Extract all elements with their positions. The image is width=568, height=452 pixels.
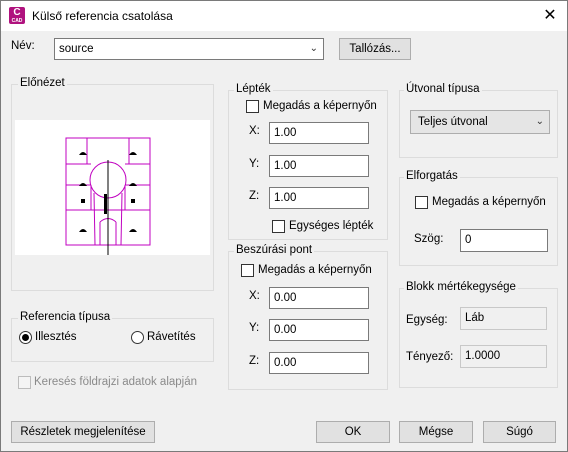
radio-overlay[interactable] xyxy=(131,331,144,344)
angle-input[interactable]: 0 xyxy=(460,229,548,252)
name-value: source xyxy=(59,43,94,55)
path-type-label: Útvonal típusa xyxy=(404,83,482,95)
scale-z-input[interactable]: 1.00 xyxy=(269,187,369,209)
browse-button[interactable]: Tallózás... xyxy=(339,38,411,60)
scale-onscreen-label: Megadás a képernyőn xyxy=(263,100,377,112)
insertion-z-input[interactable]: 0.00 xyxy=(269,352,369,374)
chevron-down-icon: ⌄ xyxy=(309,43,318,54)
rotation-onscreen-checkbox[interactable] xyxy=(415,196,428,209)
radio-attach[interactable] xyxy=(19,331,32,344)
scale-y-label: Y: xyxy=(249,158,260,170)
cancel-button[interactable]: Mégse xyxy=(399,421,473,443)
block-unit-group xyxy=(399,288,558,388)
rotation-onscreen-label: Megadás a képernyőn xyxy=(432,196,546,208)
name-label: Név: xyxy=(11,40,35,52)
path-type-combo[interactable]: Teljes útvonal ⌄ xyxy=(410,110,550,134)
scale-x-label: X: xyxy=(249,125,260,137)
app-icon: C CAD xyxy=(9,7,25,24)
chevron-down-icon: ⌄ xyxy=(535,116,544,127)
radio-attach-label: Illesztés xyxy=(35,331,77,343)
uniform-scale-checkbox[interactable] xyxy=(272,220,285,233)
ref-type-label: Referencia típusa xyxy=(18,311,113,323)
rotation-label: Elforgatás xyxy=(404,170,460,182)
preview-drawing xyxy=(65,137,151,255)
insertion-onscreen-label: Megadás a képernyőn xyxy=(258,264,372,276)
angle-label: Szög: xyxy=(414,233,444,245)
rotation-group xyxy=(399,177,558,266)
ok-button[interactable]: OK xyxy=(316,421,390,443)
factor-value: 1.0000 xyxy=(460,345,547,368)
name-combo[interactable]: source ⌄ xyxy=(54,38,324,60)
scale-x-input[interactable]: 1.00 xyxy=(269,122,369,144)
insertion-onscreen-checkbox[interactable] xyxy=(241,264,254,277)
unit-value: Láb xyxy=(460,307,547,330)
dialog-window: C CAD Külső referencia csatolása ✕ Név: s… xyxy=(0,0,568,452)
path-type-value: Teljes útvonal xyxy=(418,116,488,128)
insertion-y-input[interactable]: 0.00 xyxy=(269,319,369,341)
insertion-label: Beszúrási pont xyxy=(234,244,315,256)
unit-label: Egység: xyxy=(406,314,448,326)
scale-label: Lépték xyxy=(234,83,273,95)
close-icon[interactable]: ✕ xyxy=(539,5,561,27)
insertion-x-label: X: xyxy=(249,290,260,302)
insertion-x-input[interactable]: 0.00 xyxy=(269,287,369,309)
scale-onscreen-checkbox[interactable] xyxy=(246,100,259,113)
preview-canvas xyxy=(15,120,210,255)
block-unit-label: Blokk mértékegysége xyxy=(404,281,518,293)
insertion-z-label: Z: xyxy=(249,355,260,367)
window-title: Külső referencia csatolása xyxy=(32,9,173,23)
geo-search-checkbox[interactable] xyxy=(18,376,31,389)
help-button[interactable]: Súgó xyxy=(483,421,556,443)
uniform-scale-label: Egységes lépték xyxy=(289,220,374,232)
scale-z-label: Z: xyxy=(249,190,260,202)
preview-label: Előnézet xyxy=(18,77,67,89)
show-details-button[interactable]: Részletek megjelenítése xyxy=(11,421,155,443)
radio-dot xyxy=(22,334,29,341)
radio-overlay-label: Rávetítés xyxy=(147,331,196,343)
scale-y-input[interactable]: 1.00 xyxy=(269,155,369,177)
insertion-y-label: Y: xyxy=(249,322,260,334)
geo-search-label: Keresés földrajzi adatok alapján xyxy=(34,376,198,388)
title-bar: C CAD Külső referencia csatolása ✕ xyxy=(1,1,567,31)
factor-label: Tényező: xyxy=(406,351,454,363)
